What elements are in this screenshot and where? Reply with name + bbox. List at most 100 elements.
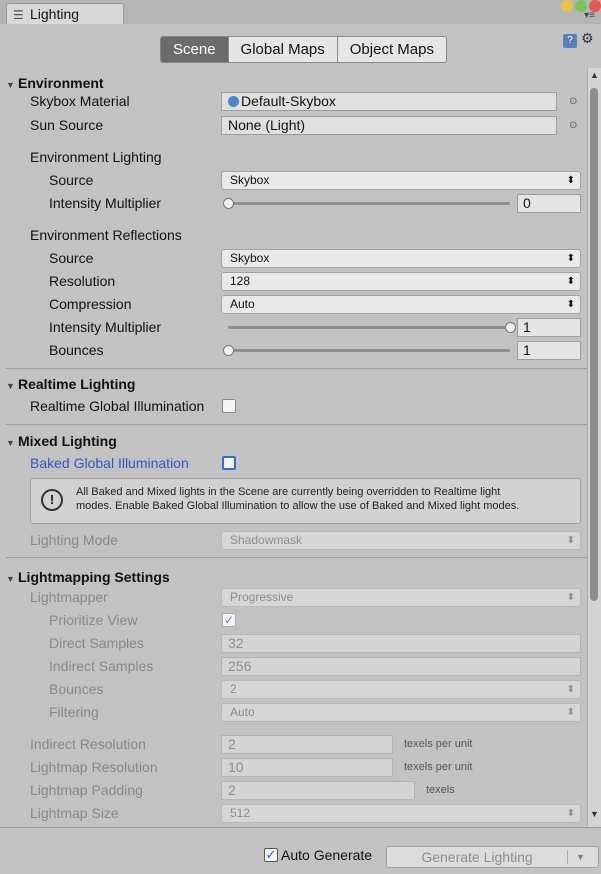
section-divider — [6, 424, 587, 425]
mixed-lighting-header[interactable]: ▼ Mixed Lighting — [0, 430, 587, 452]
toolbar: Scene Global Maps Object Maps ? ⚙ — [0, 24, 601, 66]
lighting-mode-value: Shadowmask — [230, 533, 303, 547]
dropdown-arrow-icon: ⬍ — [566, 808, 575, 819]
indirect-resolution-label: Indirect Resolution — [30, 736, 146, 752]
info-exclamation-icon: ! — [41, 489, 63, 511]
generate-lighting-button[interactable]: Generate Lighting ▼ — [386, 846, 599, 868]
realtime-lighting-header[interactable]: ▼ Realtime Lighting — [0, 373, 587, 395]
scroll-down-arrow-icon[interactable]: ▼ — [590, 809, 599, 819]
auto-generate-label: Auto Generate — [281, 847, 373, 863]
object-picker-icon[interactable]: ⊙ — [569, 96, 577, 107]
info-line-1: All Baked and Mixed lights in the Scene … — [76, 486, 501, 498]
slider-knob[interactable] — [223, 198, 234, 209]
env-bounces-label: Bounces — [49, 342, 104, 358]
lm-bounces-value: 2 — [230, 682, 237, 696]
indirect-samples-input[interactable]: 256 — [221, 657, 581, 676]
dropdown-arrow-icon: ⬍ — [566, 299, 575, 310]
lightmapper-dropdown[interactable]: Progressive ⬍ — [221, 588, 581, 607]
filtering-value: Auto — [230, 705, 255, 719]
lightmap-size-dropdown[interactable]: 512 ⬍ — [221, 804, 581, 823]
baked-gi-label: Baked Global Illumination — [30, 455, 189, 471]
sliders-icon: ☰ — [13, 8, 24, 22]
realtime-gi-checkbox[interactable] — [222, 399, 236, 413]
dropdown-arrow-icon: ⬍ — [566, 253, 575, 264]
slider-knob[interactable] — [223, 345, 234, 356]
dropdown-arrow-icon: ⬍ — [566, 707, 575, 718]
lightmapping-settings-header[interactable]: ▼ Lightmapping Settings — [0, 566, 587, 588]
filtering-dropdown[interactable]: Auto ⬍ — [221, 703, 581, 722]
env-reflections-intensity-slider[interactable] — [228, 326, 510, 329]
collapse-triangle-icon: ▼ — [6, 80, 15, 90]
info-message-text: All Baked and Mixed lights in the Scene … — [76, 485, 576, 513]
lightmapper-label: Lightmapper — [30, 589, 108, 605]
env-bounces-input[interactable]: 1 — [517, 341, 581, 360]
sun-source-field[interactable]: None (Light) — [221, 116, 557, 135]
resolution-value: 128 — [230, 274, 251, 288]
mode-tabs: Scene Global Maps Object Maps — [160, 36, 447, 63]
env-reflections-source-dropdown[interactable]: Skybox ⬍ — [221, 249, 581, 268]
lightmap-size-label: Lightmap Size — [30, 805, 119, 821]
env-reflections-intensity-label: Intensity Multiplier — [49, 319, 162, 335]
lightmap-resolution-label: Lightmap Resolution — [30, 759, 158, 775]
help-book-icon[interactable]: ? — [563, 34, 577, 48]
env-lighting-intensity-label: Intensity Multiplier — [49, 195, 162, 211]
tab-scene[interactable]: Scene — [160, 36, 229, 63]
realtime-gi-label: Realtime Global Illumination — [30, 398, 205, 414]
lightmap-size-value: 512 — [230, 806, 251, 820]
lighting-mode-label: Lighting Mode — [30, 532, 118, 548]
collapse-triangle-icon: ▼ — [6, 438, 15, 448]
auto-generate-checkbox[interactable]: ✓ — [264, 848, 278, 862]
indirect-samples-label: Indirect Samples — [49, 658, 154, 674]
prioritize-view-checkbox[interactable]: ✓ — [222, 613, 236, 627]
scrollbar-thumb[interactable] — [590, 88, 598, 601]
environment-reflections-subheader: Environment Reflections — [30, 227, 182, 243]
dropdown-arrow-icon: ⬍ — [566, 592, 575, 603]
environment-lighting-subheader: Environment Lighting — [30, 149, 162, 165]
lightmap-padding-input[interactable]: 2 — [221, 781, 415, 800]
skybox-material-field[interactable]: Default-Skybox — [221, 92, 557, 111]
dropdown-arrow-icon: ⬍ — [566, 684, 575, 695]
minimize-dot[interactable] — [561, 0, 573, 12]
material-sphere-icon — [228, 96, 239, 107]
environment-header[interactable]: ▼ Environment — [0, 72, 587, 94]
dropdown-arrow-icon: ⬍ — [566, 276, 575, 287]
env-lighting-intensity-slider[interactable] — [228, 202, 510, 205]
lighting-window-tab[interactable]: ☰ Lighting — [6, 3, 124, 24]
direct-samples-input[interactable]: 32 — [221, 634, 581, 653]
sun-source-label: Sun Source — [30, 117, 104, 133]
baked-gi-checkbox[interactable] — [222, 456, 236, 470]
env-bounces-slider[interactable] — [228, 349, 510, 352]
compression-dropdown[interactable]: Auto ⬍ — [221, 295, 581, 314]
button-separator — [567, 850, 568, 864]
env-reflections-intensity-input[interactable]: 1 — [517, 318, 581, 337]
gear-icon[interactable]: ⚙ — [581, 30, 594, 47]
env-lighting-source-label: Source — [49, 172, 94, 188]
section-divider — [6, 368, 587, 369]
window-menu-icon[interactable]: ▾≡ — [584, 10, 595, 21]
info-message-box: ! All Baked and Mixed lights in the Scen… — [30, 478, 581, 524]
lighting-mode-dropdown[interactable]: Shadowmask ⬍ — [221, 531, 581, 550]
lm-bounces-label: Bounces — [49, 681, 104, 697]
lightmap-resolution-unit: texels per unit — [404, 761, 473, 773]
object-picker-icon[interactable]: ⊙ — [569, 120, 577, 131]
tab-global-maps[interactable]: Global Maps — [228, 36, 338, 63]
tab-object-maps[interactable]: Object Maps — [337, 36, 447, 63]
indirect-resolution-input[interactable]: 2 — [221, 735, 393, 754]
env-lighting-intensity-input[interactable]: 0 — [517, 194, 581, 213]
inspector-content: ▼ Environment Skybox Material Default-Sky… — [0, 68, 587, 855]
env-reflections-source-label: Source — [49, 250, 94, 266]
dropdown-arrow-icon[interactable]: ▼ — [576, 847, 585, 867]
resolution-dropdown[interactable]: 128 ⬍ — [221, 272, 581, 291]
generate-lighting-label: Generate Lighting — [421, 849, 533, 865]
lightmap-resolution-input[interactable]: 10 — [221, 758, 393, 777]
scroll-up-arrow-icon[interactable]: ▲ — [590, 70, 599, 80]
slider-knob[interactable] — [505, 322, 516, 333]
environment-title: Environment — [18, 75, 104, 91]
lightmapper-value: Progressive — [230, 590, 294, 604]
lm-bounces-dropdown[interactable]: 2 ⬍ — [221, 680, 581, 699]
dropdown-arrow-icon: ⬍ — [566, 175, 575, 186]
env-lighting-source-dropdown[interactable]: Skybox ⬍ — [221, 171, 581, 190]
resolution-label: Resolution — [49, 273, 116, 289]
realtime-lighting-title: Realtime Lighting — [18, 376, 136, 392]
collapse-triangle-icon: ▼ — [6, 381, 15, 391]
